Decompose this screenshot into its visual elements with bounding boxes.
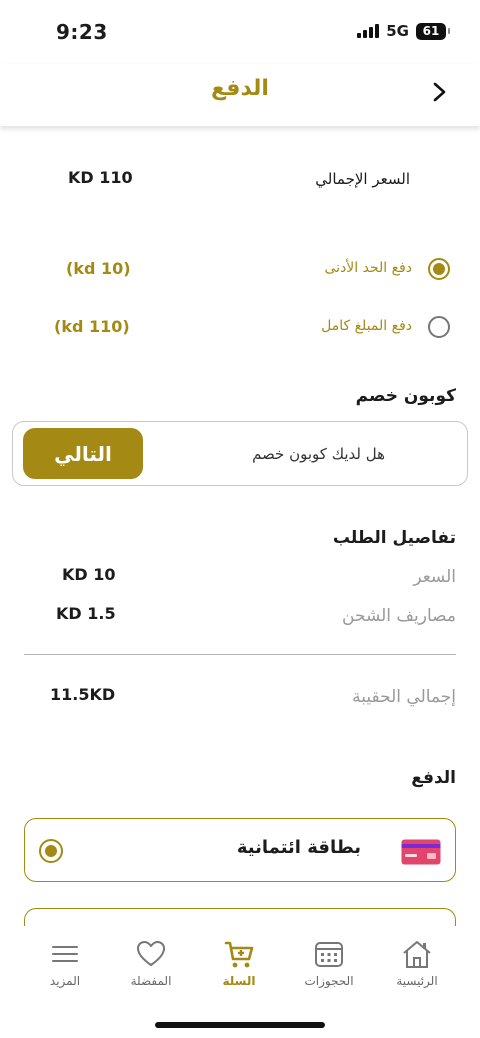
price-label: السعر: [413, 567, 456, 587]
tab-more[interactable]: المزيد: [20, 938, 110, 988]
next-button[interactable]: التالي: [23, 428, 143, 479]
home-icon: [403, 941, 431, 968]
payment-method-label: بطاقة ائتمانية: [236, 837, 361, 858]
tab-label: الرئيسية: [396, 974, 438, 988]
shipping-value: KD 1.5: [56, 604, 116, 623]
coupon-box: التالي: [12, 421, 468, 486]
battery-icon: 61: [416, 22, 450, 40]
credit-card-icon: [401, 839, 441, 865]
payment-option-label: دفع الحد الأدنى: [324, 260, 413, 276]
tab-label: الحجوزات: [304, 974, 354, 988]
order-details-title: تفاصيل الطلب: [332, 528, 456, 548]
payment-method-credit-card[interactable]: بطاقة ائتمانية: [24, 818, 456, 882]
network-type: 5G: [386, 22, 409, 40]
tab-home[interactable]: الرئيسية: [372, 938, 462, 988]
tab-cart[interactable]: السلة: [194, 938, 284, 988]
signal-icon: [357, 24, 380, 38]
payment-option-label: دفع المبلغ كامل: [321, 318, 412, 334]
payment-option-amount: (kd 110): [54, 317, 130, 336]
tab-label: المزيد: [49, 974, 81, 988]
back-button[interactable]: [426, 78, 454, 106]
bag-total-label: إجمالي الحقيبة: [352, 687, 456, 707]
total-price-value: KD 110: [68, 168, 133, 187]
payment-section-title: الدفع: [411, 768, 456, 788]
radio-unselected-icon[interactable]: [428, 316, 450, 338]
payment-option-full[interactable]: دفع المبلغ كامل (kd 110): [0, 314, 480, 340]
total-price-row: السعر الإجمالي KD 110: [0, 168, 480, 192]
tab-favorites[interactable]: المفضلة: [106, 938, 196, 988]
bag-total-row: إجمالي الحقيبة 11.5KD: [0, 685, 480, 709]
divider: [24, 654, 456, 655]
menu-icon: [52, 946, 78, 962]
coupon-section-title: كوبون خصم: [355, 386, 456, 406]
shipping-label: مصاريف الشحن: [342, 606, 456, 626]
payment-option-minimum[interactable]: دفع الحد الأدنى (kd 10): [0, 256, 480, 282]
status-indicators: 5G 61: [357, 22, 450, 40]
status-bar: 9:23 5G 61: [0, 0, 480, 64]
shipping-row: مصاريف الشحن KD 1.5: [0, 604, 480, 628]
status-time: 9:23: [56, 20, 108, 44]
radio-selected-icon[interactable]: [39, 839, 63, 863]
payment-option-amount: (kd 10): [66, 259, 131, 278]
tab-bookings[interactable]: الحجوزات: [284, 938, 374, 988]
price-row: السعر KD 10: [0, 565, 480, 589]
tab-label: السلة: [222, 974, 256, 988]
chevron-right-icon: [433, 82, 446, 102]
heart-icon: [137, 941, 165, 966]
total-price-label: السعر الإجمالي: [315, 170, 410, 188]
home-indicator: [155, 1022, 325, 1028]
radio-selected-icon[interactable]: [428, 258, 450, 280]
app-header: الدفع: [0, 64, 480, 126]
tab-label: المفضلة: [130, 974, 172, 988]
calendar-icon: [315, 942, 343, 967]
price-value: KD 10: [62, 565, 116, 584]
cart-icon: [224, 941, 254, 968]
bag-total-value: 11.5KD: [50, 685, 116, 704]
battery-level: 61: [422, 24, 440, 38]
coupon-input[interactable]: [155, 432, 455, 476]
page-title: الدفع: [211, 76, 269, 101]
